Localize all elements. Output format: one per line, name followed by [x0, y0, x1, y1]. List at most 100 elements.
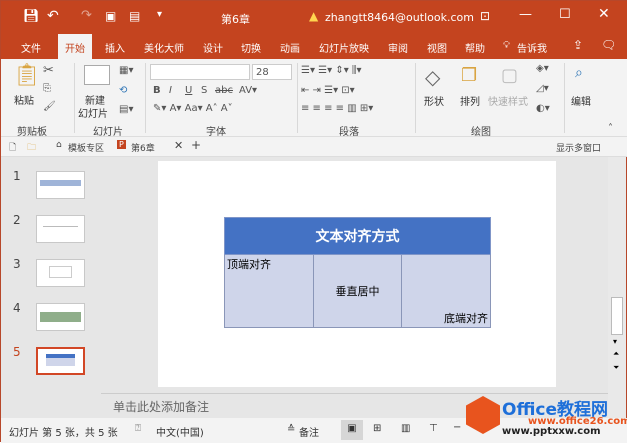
zoom-out-button[interactable]: − [453, 422, 461, 433]
tab-file[interactable]: 文件 [21, 40, 41, 55]
home-icon: ⌂ [56, 140, 62, 150]
vertical-scrollbar[interactable]: ▾ ⏶ ⏷ [608, 157, 626, 418]
customize-icon[interactable]: ▾ [157, 9, 162, 20]
alignment-table[interactable]: 文本对齐方式 顶端对齐 垂直居中 底端对齐 [224, 217, 491, 328]
scroll-down-icon[interactable]: ▾ [613, 337, 617, 346]
tab-animations[interactable]: 动画 [280, 40, 300, 55]
table-header[interactable]: 文本对齐方式 [224, 217, 491, 255]
tab-design[interactable]: 设计 [203, 40, 223, 55]
reading-view-button[interactable]: ▥ [401, 423, 410, 434]
align-buttons[interactable]: ≡ ≡ ≡ ≡ ▥ ⊞▾ [301, 103, 373, 114]
slide-canvas[interactable]: 文本对齐方式 顶端对齐 垂直居中 底端对齐 [158, 161, 556, 387]
slide-thumbnail-1[interactable] [36, 171, 85, 199]
redo-icon[interactable]: ↷ [81, 8, 92, 23]
copy-icon[interactable]: ⎘ [43, 83, 51, 94]
edit-button[interactable]: 编辑 [571, 93, 591, 108]
slide-number-current: 5 [13, 345, 21, 359]
share-icon[interactable]: ⇪ [573, 38, 583, 52]
slide-thumbnails: 1 2 3 4 5 [1, 157, 101, 418]
section-icon[interactable]: ▤▾ [119, 104, 133, 115]
slide-thumbnail-3[interactable] [36, 259, 85, 287]
cell-top-aligned[interactable]: 顶端对齐 [224, 254, 314, 328]
normal-view-button[interactable]: ▣ [341, 420, 363, 440]
bullets-button[interactable]: ☰▾ ☰▾ ⇕▾ ⫼▾ [301, 65, 362, 76]
watermark: Office教程网 www.office26.com www.pptxxw.co… [466, 394, 627, 442]
multi-window-button[interactable]: 显示多窗口 [556, 141, 601, 154]
template-tab[interactable]: 模板专区 [68, 141, 104, 154]
highlight-button[interactable]: ✎▾ A▾ Aa▾ A˄ A˅ [153, 103, 233, 114]
presentation-icon[interactable]: ▣ [105, 9, 116, 23]
add-tab-icon[interactable]: + [191, 138, 201, 152]
new-doc-icon[interactable]: 🗋︎ [9, 140, 16, 156]
new-slide-icon[interactable] [84, 65, 110, 85]
quick-styles-icon[interactable]: ▢ [501, 65, 518, 86]
new-slide-label[interactable]: 幻灯片 [78, 105, 108, 120]
shape-effects-icon[interactable]: ◐▾ [536, 103, 550, 114]
open-folder-icon[interactable]: 🗀︎ [27, 140, 36, 156]
lightbulb-icon: 💡︎ [503, 40, 510, 51]
font-size-input[interactable]: 28 [252, 64, 292, 80]
strikethrough-button[interactable]: abc [215, 85, 233, 96]
font-name-input[interactable] [150, 64, 250, 80]
tab-transitions[interactable]: 切换 [241, 40, 261, 55]
italic-button[interactable]: I [169, 85, 172, 96]
slide-sorter-button[interactable]: ⊞ [373, 423, 381, 434]
maximize-button[interactable]: ☐ [559, 7, 571, 22]
slide-number: 2 [13, 213, 21, 227]
layout-icon[interactable]: ▦▾ [119, 65, 133, 76]
tell-me-search[interactable]: 告诉我 [517, 40, 547, 55]
tab-home[interactable]: 开始 [58, 34, 92, 59]
paste-icon[interactable]: 📋︎ [13, 63, 41, 88]
slideshow-button[interactable]: ⊤ [429, 423, 438, 434]
scrollbar-thumb[interactable] [611, 297, 623, 335]
find-icon[interactable]: ⌕ [575, 65, 583, 81]
close-tab-icon[interactable]: ✕ [174, 139, 183, 152]
underline-button[interactable]: U [185, 85, 192, 96]
minimize-button[interactable]: — [519, 7, 532, 22]
comment-icon[interactable]: 🗨︎ [601, 38, 616, 52]
notes-toggle-button[interactable]: 备注 [299, 424, 319, 439]
undo-icon[interactable]: ↶ [47, 8, 59, 24]
quick-styles-button[interactable]: 快速样式 [488, 93, 528, 108]
shapes-button[interactable]: 形状 [424, 93, 444, 108]
slide-number: 1 [13, 169, 21, 183]
ribbon-display-icon[interactable]: ⊡ [480, 9, 490, 23]
cell-bottom-aligned[interactable]: 底端对齐 [401, 254, 491, 328]
watermark-url-2: www.pptxxw.com [502, 426, 601, 437]
notes-toggle-icon[interactable]: ≙ [287, 424, 295, 435]
collapse-ribbon-icon[interactable]: ˄ [608, 123, 613, 134]
previous-slide-icon[interactable]: ⏶ [613, 349, 619, 359]
cell-middle-aligned[interactable]: 垂直居中 [312, 254, 403, 328]
doc-tab[interactable]: 第6章 [131, 141, 155, 154]
language-indicator[interactable]: 中文(中国) [156, 424, 204, 439]
arrange-button[interactable]: 排列 [460, 93, 480, 108]
arrange-icon[interactable]: ❐ [461, 65, 477, 86]
slide-thumbnail-5[interactable] [36, 347, 85, 375]
slide-icon[interactable]: ▤ [129, 9, 140, 23]
cut-icon[interactable]: ✂ [43, 63, 54, 78]
tab-help[interactable]: 帮助 [465, 40, 485, 55]
shadow-button[interactable]: S [201, 85, 207, 96]
shape-outline-icon[interactable]: ◿▾ [536, 83, 549, 94]
tab-review[interactable]: 审阅 [388, 40, 408, 55]
save-icon[interactable]: 💾︎ [23, 9, 40, 24]
group-paragraph: 段落 [339, 127, 359, 138]
format-painter-icon[interactable]: 🖌︎ [43, 101, 56, 112]
tab-beautify[interactable]: 美化大师 [144, 40, 184, 55]
close-button[interactable]: ✕ [598, 6, 610, 22]
slide-thumbnail-4[interactable] [36, 303, 85, 331]
spell-check-icon[interactable]: ⍰ [135, 423, 141, 434]
next-slide-icon[interactable]: ⏷ [613, 363, 619, 373]
reset-icon[interactable]: ⟲ [119, 85, 127, 96]
paste-button[interactable]: 粘贴 [14, 92, 34, 107]
shape-fill-icon[interactable]: ◈▾ [536, 63, 549, 74]
tab-view[interactable]: 视图 [427, 40, 447, 55]
indent-buttons[interactable]: ⇤ ⇥ ☰▾ ⊡▾ [301, 85, 355, 96]
tab-insert[interactable]: 插入 [105, 40, 125, 55]
account-name[interactable]: zhangtt8464@outlook.com [325, 11, 474, 24]
char-spacing-button[interactable]: AV▾ [239, 85, 257, 96]
tab-slideshow[interactable]: 幻灯片放映 [319, 40, 369, 55]
shapes-icon[interactable]: ◇ [425, 65, 440, 89]
bold-button[interactable]: B [153, 85, 161, 96]
slide-thumbnail-2[interactable] [36, 215, 85, 243]
